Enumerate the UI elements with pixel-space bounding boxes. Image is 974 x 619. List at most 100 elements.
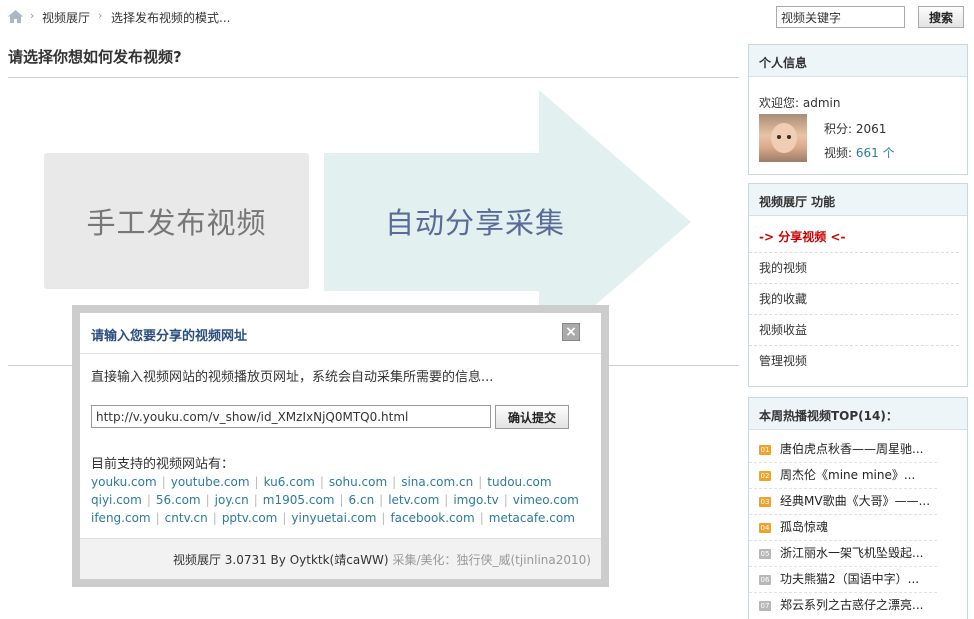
- site-link[interactable]: ifeng.com: [91, 511, 151, 525]
- site-link[interactable]: m1905.com: [263, 493, 335, 507]
- site-separator: |: [381, 511, 386, 525]
- site-separator: |: [392, 475, 397, 489]
- site-separator: |: [319, 475, 324, 489]
- hot-video-title[interactable]: 周杰伦《mine mine》...: [780, 468, 915, 482]
- footer-credit: 采集/美化：独行侠_威(tjinlina2010): [392, 553, 591, 567]
- functions-header: 视频展厅 功能: [749, 184, 967, 216]
- breadcrumb-separator: ›: [30, 9, 35, 22]
- breadcrumb-item-current: 选择发布视频的模式...: [111, 11, 231, 25]
- site-link[interactable]: ku6.com: [264, 475, 315, 489]
- site-link[interactable]: qiyi.com: [91, 493, 142, 507]
- site-separator: |: [339, 493, 344, 507]
- rank-badge: 06: [759, 574, 771, 585]
- site-link[interactable]: vimeo.com: [513, 493, 579, 507]
- rank-badge: 05: [759, 548, 771, 559]
- hot-video-title[interactable]: 经典MV歌曲《大哥》——...: [780, 494, 930, 508]
- my-favorites-link[interactable]: 我的收藏: [749, 284, 959, 315]
- site-separator: |: [205, 493, 210, 507]
- supported-sites-row: youku.com | youtube.com | ku6.com | sohu.com | s…: [91, 475, 552, 489]
- site-separator: |: [478, 475, 483, 489]
- points-text: 积分: 2061: [824, 122, 887, 136]
- site-separator: |: [155, 511, 160, 525]
- videos-count-link[interactable]: 661 个: [856, 146, 895, 160]
- avatar[interactable]: [759, 114, 807, 162]
- breadcrumb-item-showroom[interactable]: 视频展厅: [42, 9, 90, 26]
- site-separator: |: [146, 493, 151, 507]
- my-videos-link[interactable]: 我的视频: [749, 253, 959, 284]
- share-url-dialog: 请输入您要分享的视频网址 × 直接输入视频网站的视频播放页网址，系统会自动采集所…: [80, 313, 601, 579]
- hot-video-item[interactable]: 03 经典MV歌曲《大哥》——...: [749, 489, 937, 515]
- hot-video-title[interactable]: 功夫熊猫2（国语中字）...: [780, 572, 919, 586]
- site-link[interactable]: sohu.com: [329, 475, 387, 489]
- avatar-face: [771, 123, 797, 153]
- site-separator: |: [503, 493, 508, 507]
- site-separator: |: [379, 493, 384, 507]
- dialog-title: 请输入您要分享的视频网址: [91, 329, 248, 344]
- breadcrumb-separator: ›: [98, 9, 103, 22]
- hot-video-item[interactable]: 07 郑云系列之古惑仔之漂亮...: [749, 593, 937, 619]
- hot-video-title[interactable]: 孤岛惊魂: [780, 520, 828, 534]
- hot-video-title[interactable]: 唐伯虎点秋香——周星驰...: [780, 442, 923, 456]
- supported-sites-title: 目前支持的视频网站有：: [91, 457, 235, 472]
- site-separator: |: [479, 511, 484, 525]
- site-link[interactable]: 56.com: [156, 493, 201, 507]
- search-input[interactable]: [776, 6, 905, 28]
- hot-video-title[interactable]: 郑云系列之古惑仔之漂亮...: [780, 598, 923, 612]
- site-link[interactable]: pptv.com: [222, 511, 278, 525]
- avatar-eye: [777, 135, 781, 139]
- dialog-description: 直接输入视频网站的视频播放页网址，系统会自动采集所需要的信息...: [91, 370, 494, 385]
- share-video-link[interactable]: -> 分享视频 <-: [749, 222, 959, 253]
- site-link[interactable]: tudou.com: [487, 475, 551, 489]
- site-link[interactable]: youku.com: [91, 475, 157, 489]
- site-link[interactable]: facebook.com: [390, 511, 474, 525]
- confirm-submit-button[interactable]: 确认提交: [495, 405, 569, 429]
- supported-sites-row: ifeng.com | cntv.cn | pptv.com | yinyuetai.com…: [91, 511, 575, 525]
- hot-videos-panel: 本周热播视频TOP(14)： 01 唐伯虎点秋香——周星驰... 02 周杰伦《mi…: [748, 397, 968, 619]
- functions-panel: 视频展厅 功能 -> 分享视频 <- 我的视频 我的收藏 视频收益 管理视频: [748, 183, 968, 387]
- manage-videos-link[interactable]: 管理视频: [749, 346, 959, 377]
- manual-publish-button[interactable]: 手工发布视频: [44, 153, 309, 289]
- divider: [80, 353, 601, 354]
- rank-badge: 04: [759, 522, 771, 533]
- avatar-eye: [787, 135, 791, 139]
- video-url-input[interactable]: [91, 405, 491, 428]
- site-separator: |: [212, 511, 217, 525]
- site-separator: |: [161, 475, 166, 489]
- auto-share-button[interactable]: 自动分享采集: [326, 153, 624, 289]
- videos-count: 视频: 661 个: [824, 144, 895, 161]
- supported-sites-row: qiyi.com | 56.com | joy.cn | m1905.com | 6.cn | le…: [91, 493, 579, 507]
- site-link[interactable]: youtube.com: [171, 475, 250, 489]
- profile-panel: 个人信息 欢迎您: admin 积分: 2061 视频: 661 个: [748, 44, 968, 175]
- site-link[interactable]: sina.com.cn: [401, 475, 473, 489]
- site-link[interactable]: metacafe.com: [489, 511, 575, 525]
- home-icon[interactable]: [8, 10, 23, 23]
- rank-badge: 07: [759, 600, 771, 611]
- site-link[interactable]: cntv.cn: [165, 511, 208, 525]
- search-button[interactable]: 搜索: [918, 6, 964, 28]
- hot-video-title[interactable]: 浙江丽水一架飞机坠毁起...: [780, 546, 923, 560]
- hot-video-item[interactable]: 05 浙江丽水一架飞机坠毁起...: [749, 541, 937, 567]
- welcome-text: 欢迎您: admin: [759, 96, 841, 110]
- site-link[interactable]: letv.com: [388, 493, 439, 507]
- hot-video-item[interactable]: 02 周杰伦《mine mine》...: [749, 463, 937, 489]
- site-separator: |: [282, 511, 287, 525]
- profile-header: 个人信息: [749, 45, 967, 77]
- site-link[interactable]: 6.cn: [349, 493, 375, 507]
- site-link[interactable]: joy.cn: [215, 493, 249, 507]
- rank-badge: 03: [759, 496, 771, 507]
- hot-video-item[interactable]: 01 唐伯虎点秋香——周星驰...: [749, 437, 937, 463]
- site-link[interactable]: yinyuetai.com: [291, 511, 376, 525]
- site-separator: |: [253, 493, 258, 507]
- divider: [8, 77, 739, 78]
- site-link[interactable]: imgo.tv: [453, 493, 498, 507]
- video-earnings-link[interactable]: 视频收益: [749, 315, 959, 346]
- videos-label: 视频:: [824, 146, 853, 160]
- rank-badge: 01: [759, 444, 771, 455]
- close-icon[interactable]: ×: [562, 323, 580, 341]
- rank-badge: 02: [759, 470, 771, 481]
- dialog-footer: 视频展厅 3.0731 By Oytktk(靖саWW) 采集/美化：独行侠_威…: [80, 538, 601, 579]
- footer-text: 视频展厅 3.0731 By Oytktk(靖саWW) 采集/美化：独行侠_威…: [173, 551, 591, 568]
- hot-video-item[interactable]: 06 功夫熊猫2（国语中字）...: [749, 567, 937, 593]
- hot-video-item[interactable]: 04 孤岛惊魂: [749, 515, 937, 541]
